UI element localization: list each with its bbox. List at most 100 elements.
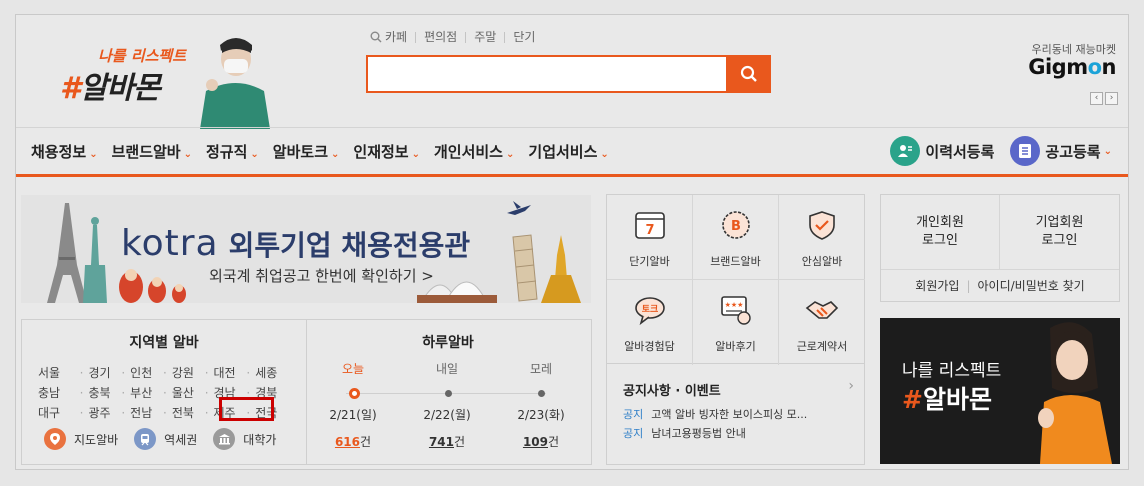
gigmon-pager: ‹ › [1090, 92, 1118, 105]
nav-item-talent[interactable]: 인재정보 ⌄ [353, 141, 420, 162]
ad-tagline: 나를 리스펙트 [902, 361, 1002, 381]
region-item[interactable]: 충남 [38, 384, 80, 401]
notice-panel: 공지사항 · 이벤트 › 공지 고액 알바 빙자한 보이스피싱 모... 공지 남녀… [606, 364, 865, 465]
quick-link-cafe[interactable]: 카페 [382, 31, 415, 43]
region-highlight-box [219, 397, 274, 421]
nav-item-brand[interactable]: 브랜드알바 ⌄ [112, 141, 192, 162]
region-item[interactable]: · 인천 [121, 364, 163, 381]
region-item[interactable]: · 세종 [246, 364, 288, 381]
nav-item-fulltime[interactable]: 정규직 ⌄ [206, 141, 259, 162]
search-quick-links: 카페 편의점 주말 단기 [370, 31, 543, 43]
login-panel: 개인회원 로그인 기업회원 로그인 회원가입 | 아이디/비밀번호 찾기 [880, 194, 1120, 302]
model-illustration [200, 38, 270, 129]
map-jobs-shortcut[interactable]: 지도알바 [44, 428, 118, 450]
search-icon [370, 31, 382, 43]
search-button[interactable] [726, 55, 771, 93]
nav-item-jobs[interactable]: 채용정보 ⌄ [31, 141, 98, 162]
search-input[interactable] [366, 55, 771, 93]
service-contract[interactable]: 근로계약서 [779, 280, 865, 365]
review-icon: ★★★ [720, 296, 751, 325]
document-icon [1010, 136, 1041, 166]
svg-text:B: B [731, 219, 741, 234]
main-nav: 채용정보 ⌄ 브랜드알바 ⌄ 정규직 ⌄ 알바토크 ⌄ 인재정보 ⌄ 개인서비스 ⌄ 기업서… [16, 127, 1128, 177]
region-item[interactable]: · 부산 [121, 384, 163, 401]
chevron-down-icon: ⌄ [506, 149, 515, 160]
gigmon-logo[interactable]: Gigmon [1028, 55, 1116, 79]
day-column-dayafter[interactable]: 모레 2/23(화) 109건 [494, 360, 588, 450]
region-item[interactable]: · 전남 [121, 404, 163, 421]
handshake-icon [805, 301, 839, 319]
albamon-ad-banner[interactable]: 나를 리스펙트 #알바몬 [880, 318, 1120, 464]
ad-logo: #알바몬 [902, 385, 992, 414]
chevron-down-icon: ⌄ [411, 149, 420, 160]
nav-item-company-service[interactable]: 기업서비스 ⌄ [528, 141, 608, 162]
region-item[interactable]: · 강원 [163, 364, 205, 381]
nav-item-personal-service[interactable]: 개인서비스 ⌄ [434, 141, 514, 162]
resume-icon [890, 136, 921, 166]
brand-badge-icon: B [721, 211, 750, 239]
region-item[interactable]: 서울 [38, 364, 80, 381]
shield-check-icon [809, 211, 835, 240]
quick-link-short-term[interactable]: 단기 [504, 31, 543, 43]
logo-name: #알바몬 [60, 71, 161, 106]
chevron-down-icon: ⌄ [89, 149, 98, 160]
service-short-term[interactable]: 7 단기알바 [607, 195, 693, 280]
daily-title: 하루알바 [422, 335, 474, 351]
subway-shortcut[interactable]: 역세권 [134, 428, 197, 450]
banner-headline: kotra 외투기업 채용전용관 [121, 223, 471, 264]
chevron-down-icon: ⌄ [1103, 145, 1112, 157]
svg-text:7: 7 [645, 223, 654, 238]
chevron-down-icon: ⌄ [250, 149, 259, 160]
region-item[interactable]: · 광주 [80, 404, 122, 421]
service-grid: 7 단기알바 B 브랜드알바 안심알바 토크 알바경험담 ★★★ 알바후기 근로… [606, 194, 865, 365]
personal-login-button[interactable]: 개인회원 로그인 [881, 195, 1000, 269]
chevron-down-icon: ⌄ [331, 149, 340, 160]
service-brand[interactable]: B 브랜드알바 [693, 195, 779, 280]
chevron-right-icon[interactable]: › [848, 378, 854, 394]
service-review[interactable]: ★★★ 알바후기 [693, 280, 779, 365]
search-icon [740, 65, 757, 82]
region-item[interactable]: · 울산 [163, 384, 205, 401]
login-footer: 회원가입 | 아이디/비밀번호 찾기 [881, 269, 1119, 301]
job-post-button[interactable]: 공고등록 ⌄ [1010, 136, 1112, 166]
day-count-link: 616 [334, 435, 360, 449]
region-item[interactable]: · 경기 [80, 364, 122, 381]
find-account-link[interactable]: 아이디/비밀번호 찾기 [978, 277, 1085, 294]
day-column-tomorrow[interactable]: 내일 2/22(월) 741건 [400, 360, 494, 450]
svg-text:★★★: ★★★ [724, 301, 743, 309]
region-title: 지역별 알바 [129, 335, 199, 351]
calendar-7-icon: 7 [634, 212, 665, 239]
subway-icon [134, 428, 157, 450]
service-safe[interactable]: 안심알바 [779, 195, 865, 280]
region-item-daejeon[interactable]: · 대전 [205, 364, 247, 381]
kotra-banner[interactable]: kotra 외투기업 채용전용관 외국계 취업공고 한번에 확인하기 > [21, 195, 591, 303]
company-login-button[interactable]: 기업회원 로그인 [1000, 195, 1119, 269]
resume-register-button[interactable]: 이력서등록 [890, 136, 994, 166]
notice-title[interactable]: 공지사항 · 이벤트 [623, 380, 721, 399]
signup-link[interactable]: 회원가입 [915, 277, 959, 294]
region-item[interactable]: · 전북 [163, 404, 205, 421]
notice-item[interactable]: 공지 남녀고용평등법 안내 [623, 425, 853, 444]
day-count-link: 109 [522, 435, 548, 449]
region-item[interactable]: 대구 [38, 404, 80, 421]
nav-item-talk[interactable]: 알바토크 ⌄ [273, 141, 340, 162]
notice-item[interactable]: 공지 고액 알바 빙자한 보이스피싱 모... [623, 406, 853, 425]
next-arrow-icon[interactable]: › [1105, 92, 1118, 105]
page-frame: 나를 리스펙트 #알바몬 카페 편의점 주말 단기 우리동네 재능마켓 Gigm… [15, 14, 1129, 470]
region-shortcuts: 지도알바 역세권 대학가 [44, 428, 292, 450]
svg-text:토크: 토크 [641, 304, 658, 315]
quick-link-weekend[interactable]: 주말 [465, 31, 504, 43]
university-shortcut[interactable]: 대학가 [213, 428, 276, 450]
ad-model-image [1038, 322, 1112, 464]
day-column-today[interactable]: 오늘 2/21(일) 616건 [306, 360, 400, 450]
university-icon [213, 428, 236, 450]
region-item[interactable]: · 충북 [80, 384, 122, 401]
quick-link-convenience[interactable]: 편의점 [415, 31, 465, 43]
prev-arrow-icon[interactable]: ‹ [1090, 92, 1103, 105]
service-experience[interactable]: 토크 알바경험담 [607, 280, 693, 365]
speech-bubble-icon: 토크 [634, 297, 665, 326]
daily-jobs-panel: 하루알바 오늘 2/21(일) 616건 내일 2/22(월) 741건 모레 … [306, 319, 592, 465]
day-count-link: 741 [428, 435, 454, 449]
chevron-down-icon: ⌄ [600, 149, 609, 160]
banner-subtitle: 외국계 취업공고 한번에 확인하기 > [209, 267, 434, 285]
